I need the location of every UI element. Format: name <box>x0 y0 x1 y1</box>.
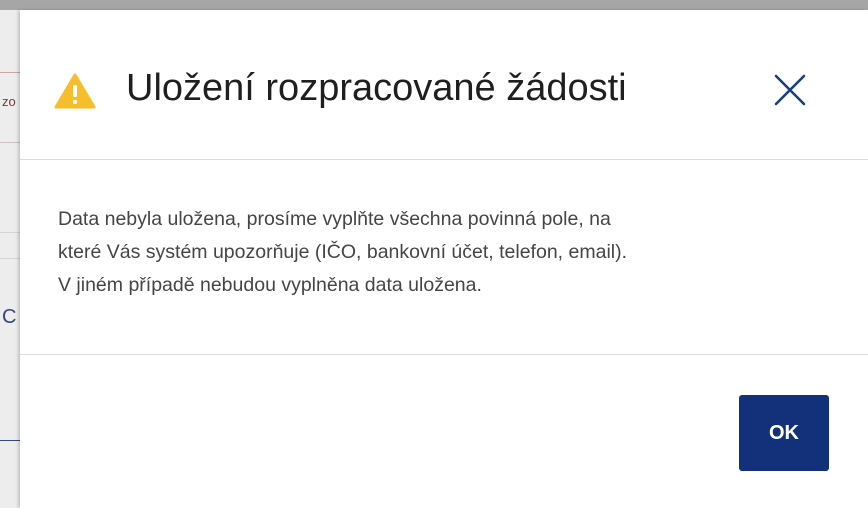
warning-triangle-icon <box>54 73 96 109</box>
dialog-message: Data nebyla uložena, prosíme vyplňte vše… <box>58 203 838 302</box>
save-draft-dialog: Uložení rozpracované žádosti Data nebyla… <box>20 10 868 508</box>
message-line: Data nebyla uložena, prosíme vyplňte vše… <box>58 208 611 230</box>
close-icon <box>774 74 806 106</box>
dialog-title: Uložení rozpracované žádosti <box>126 67 627 109</box>
ok-button[interactable]: OK <box>739 395 829 471</box>
message-line: V jiném případě nebudou vyplněna data ul… <box>58 274 482 296</box>
top-bar <box>0 0 868 10</box>
close-button[interactable] <box>768 68 812 112</box>
dialog-header: Uložení rozpracované žádosti <box>20 10 868 160</box>
dialog-body: Data nebyla uložena, prosíme vyplňte vše… <box>20 160 868 355</box>
dialog-footer: OK <box>20 355 868 508</box>
message-line: které Vás systém upozorňuje (IČO, bankov… <box>58 241 628 263</box>
